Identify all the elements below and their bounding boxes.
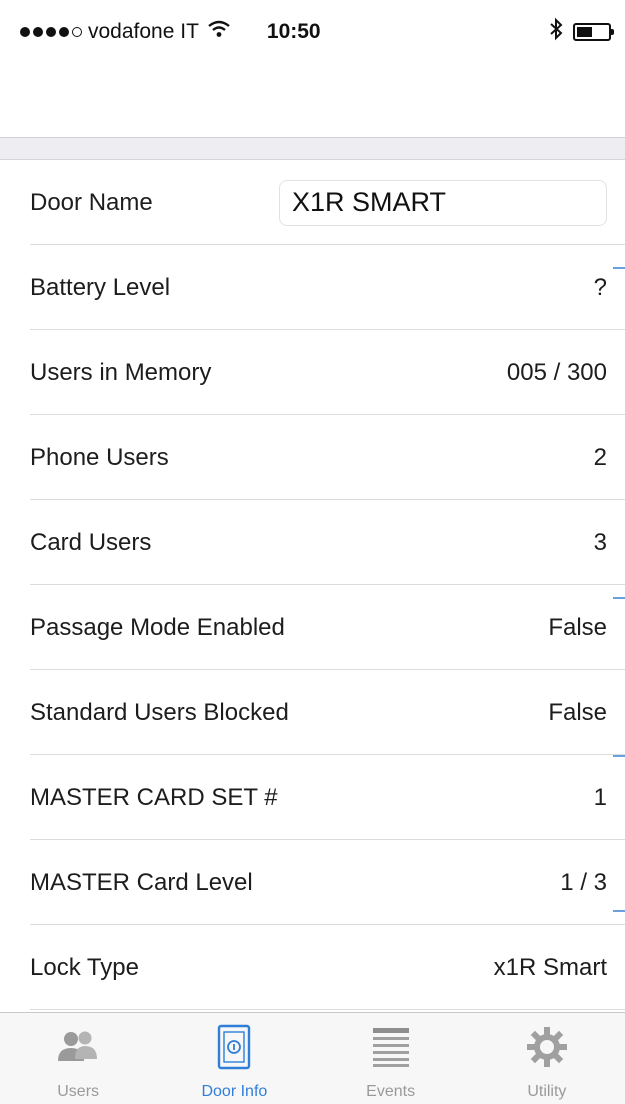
tab-utility[interactable]: Utility [469, 1013, 625, 1104]
edge-marker [613, 910, 625, 912]
status-bar: vodafone IT 10:50 [0, 0, 625, 64]
tab-bar: Users Door Info Events Utility [0, 1012, 625, 1104]
edge-marker [613, 267, 625, 269]
standard-users-blocked-value: False [548, 698, 607, 726]
master-card-level-row: MASTER Card Level 1 / 3 [0, 840, 625, 925]
passage-mode-label: Passage Mode Enabled [30, 613, 285, 641]
carrier-name: vodafone IT [88, 20, 199, 43]
events-list-icon [369, 1025, 413, 1069]
passage-mode-value: False [548, 613, 607, 641]
door-name-row: Door Name X1R SMART [0, 160, 625, 245]
lock-type-row: Lock Type x1R Smart [0, 925, 625, 1010]
card-users-value: 3 [593, 528, 607, 556]
bluetooth-icon [549, 17, 563, 48]
lock-type-value: x1R Smart [493, 953, 607, 981]
lock-type-label: Lock Type [30, 953, 139, 981]
card-users-row: Card Users 3 [0, 500, 625, 585]
master-card-set-row: MASTER CARD SET # 1 [0, 755, 625, 840]
tab-events-label: Events [366, 1083, 416, 1100]
battery-level-value: ? [593, 273, 607, 301]
battery-icon [573, 23, 614, 41]
phone-users-value: 2 [593, 443, 607, 471]
tab-users[interactable]: Users [0, 1013, 156, 1104]
door-name-field[interactable]: X1R SMART [279, 179, 607, 226]
users-in-memory-label: Users in Memory [30, 358, 212, 386]
master-card-level-value: 1 / 3 [560, 868, 607, 896]
tab-door-info-label: Door Info [201, 1083, 268, 1100]
wifi-icon [207, 20, 231, 44]
signal-strength-icon [20, 27, 82, 37]
master-card-level-label: MASTER Card Level [30, 868, 253, 896]
standard-users-blocked-label: Standard Users Blocked [30, 698, 289, 726]
navigation-bar [0, 64, 625, 138]
battery-level-row: Battery Level ? [0, 245, 625, 330]
users-icon [56, 1025, 100, 1069]
users-in-memory-row: Users in Memory 005 / 300 [0, 330, 625, 415]
phone-users-label: Phone Users [30, 443, 169, 471]
master-card-set-value: 1 [593, 783, 607, 811]
passage-mode-row: Passage Mode Enabled False [0, 585, 625, 670]
battery-level-label: Battery Level [30, 273, 171, 301]
master-card-set-label: MASTER CARD SET # [30, 783, 278, 811]
gear-icon [525, 1025, 569, 1069]
door-info-icon [212, 1024, 256, 1070]
status-time: 10:50 [266, 20, 321, 43]
standard-users-blocked-row: Standard Users Blocked False [0, 670, 625, 755]
card-users-label: Card Users [30, 528, 152, 556]
door-info-list: Door Name X1R SMART Battery Level ? User… [0, 160, 625, 1012]
phone-users-row: Phone Users 2 [0, 415, 625, 500]
edge-marker [613, 755, 625, 757]
tab-door-info[interactable]: Door Info [156, 1013, 312, 1104]
users-in-memory-value: 005 / 300 [506, 358, 607, 386]
edge-marker [613, 597, 625, 599]
tab-events[interactable]: Events [313, 1013, 469, 1104]
section-header-gap [0, 138, 625, 160]
tab-utility-label: Utility [527, 1083, 567, 1100]
tab-users-label: Users [57, 1083, 100, 1100]
door-name-label: Door Name [30, 188, 153, 216]
